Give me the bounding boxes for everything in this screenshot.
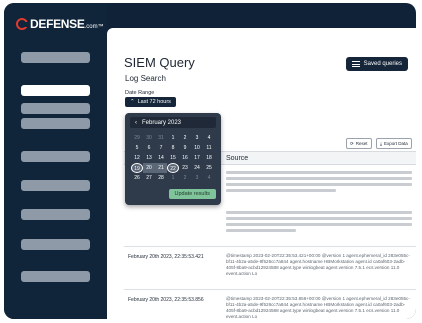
placeholder-line: [226, 223, 412, 226]
calendar-day[interactable]: 19: [131, 163, 143, 173]
placeholder-line: [226, 171, 412, 174]
row-date[interactable]: February 20th 2023, 22:35:53.856: [128, 297, 204, 303]
sidebar-item[interactable]: [21, 52, 90, 63]
row-source: @timestamp 2023-02-20T22:35:53.856+00:00…: [226, 296, 410, 319]
placeholder-line: [226, 189, 336, 192]
sidebar-item[interactable]: [21, 118, 90, 129]
row-divider: [124, 289, 416, 290]
sidebar-item[interactable]: [21, 209, 90, 220]
placeholder-line: [226, 229, 296, 232]
calendar-day[interactable]: 27: [143, 173, 155, 183]
calendar-day[interactable]: 11: [203, 143, 215, 153]
calendar-day[interactable]: 3: [191, 133, 203, 143]
calendar-day[interactable]: 25: [203, 163, 215, 173]
calendar-day[interactable]: 20: [143, 163, 155, 173]
calendar-grid: 29 30 31 1 2 3 4 5 6 7 8 9 10 11 12 13 14 15 16 17 18 19 20 21 2…: [131, 133, 215, 183]
page-subtitle: Log Search: [125, 74, 166, 83]
placeholder-line: [226, 211, 412, 214]
sidebar-item-active[interactable]: [21, 85, 90, 96]
calendar-day[interactable]: 2: [179, 173, 191, 183]
date-picker-popup: ‹ February 2023 29 30 31 1 2 3 4 5 6 7 8 9 10 11 12 13 1…: [125, 113, 221, 205]
calendar-week: 26 27 28 1 2 3 4: [131, 173, 215, 183]
row-divider: [124, 246, 416, 247]
calendar-day[interactable]: 13: [143, 153, 155, 163]
app-window: DEFENSE.com™ SIEM Query Log Search Saved…: [4, 3, 416, 319]
calendar-day[interactable]: 2: [179, 133, 191, 143]
calendar-day[interactable]: 26: [131, 173, 143, 183]
calendar-week: 19 20 21 22 23 24 25: [131, 163, 215, 173]
sidebar-item[interactable]: [21, 271, 90, 282]
calendar-day[interactable]: 22: [167, 163, 179, 173]
page-title: SIEM Query: [124, 55, 195, 70]
calendar-day[interactable]: 15: [167, 153, 179, 163]
calendar-day[interactable]: 16: [179, 153, 191, 163]
calendar-day[interactable]: 21: [155, 163, 167, 173]
placeholder-line: [226, 183, 412, 186]
logo-mark-icon: [16, 18, 29, 30]
calendar-day[interactable]: 9: [179, 143, 191, 153]
sidebar-item[interactable]: [21, 180, 90, 191]
sidebar-item[interactable]: [21, 103, 90, 114]
calendar-day[interactable]: 31: [155, 133, 167, 143]
calendar-day[interactable]: 12: [131, 153, 143, 163]
sidebar: DEFENSE.com™: [4, 3, 107, 319]
calendar-header: ‹ February 2023: [130, 117, 216, 128]
calendar-day[interactable]: 1: [167, 173, 179, 183]
calendar-day[interactable]: 14: [155, 153, 167, 163]
calendar-month: February 2023: [142, 119, 182, 126]
calendar-week: 29 30 31 1 2 3 4: [131, 133, 215, 143]
calendar-day[interactable]: 5: [131, 143, 143, 153]
chevron-up-icon: ⌃: [130, 99, 135, 105]
row-source: @timestamp 2023-02-20T22:35:53.421+00:00…: [226, 253, 410, 276]
calendar-week: 12 13 14 15 16 17 18: [131, 153, 215, 163]
calendar-day[interactable]: 1: [167, 133, 179, 143]
reset-button[interactable]: ⟳ Reset: [346, 138, 372, 149]
date-range-label: Date Range: [125, 90, 155, 96]
row-date[interactable]: February 20th 2023, 22:35:53.421: [128, 254, 204, 260]
calendar-week: 5 6 7 8 9 10 11: [131, 143, 215, 153]
calendar-day[interactable]: 18: [203, 153, 215, 163]
sidebar-item[interactable]: [21, 151, 90, 162]
calendar-day[interactable]: 29: [131, 133, 143, 143]
update-results-button[interactable]: Update results: [168, 189, 216, 199]
placeholder-line: [226, 177, 412, 180]
calendar-day[interactable]: 30: [143, 133, 155, 143]
calendar-day[interactable]: 4: [203, 173, 215, 183]
saved-queries-button[interactable]: Saved queries: [345, 57, 408, 71]
date-range-dropdown[interactable]: ⌃ Last 72 hours: [125, 97, 176, 107]
calendar-day[interactable]: 3: [191, 173, 203, 183]
brand-logo: DEFENSE.com™: [16, 15, 104, 33]
calendar-day[interactable]: 8: [167, 143, 179, 153]
export-data-button[interactable]: ⤓ Export Data: [376, 138, 412, 149]
sidebar-item[interactable]: [21, 239, 90, 250]
calendar-day[interactable]: 6: [143, 143, 155, 153]
calendar-day[interactable]: 17: [191, 153, 203, 163]
calendar-day[interactable]: 28: [155, 173, 167, 183]
menu-icon: [351, 61, 360, 67]
chevron-left-icon[interactable]: ‹: [130, 120, 142, 126]
calendar-day[interactable]: 24: [191, 163, 203, 173]
calendar-day[interactable]: 23: [179, 163, 191, 173]
refresh-icon: ⟳: [350, 140, 354, 146]
calendar-day[interactable]: 4: [203, 133, 215, 143]
placeholder-line: [226, 217, 412, 220]
source-column-header: Source: [226, 155, 249, 162]
calendar-day[interactable]: 7: [155, 143, 167, 153]
calendar-day[interactable]: 10: [191, 143, 203, 153]
download-icon: ⤓: [380, 141, 382, 146]
